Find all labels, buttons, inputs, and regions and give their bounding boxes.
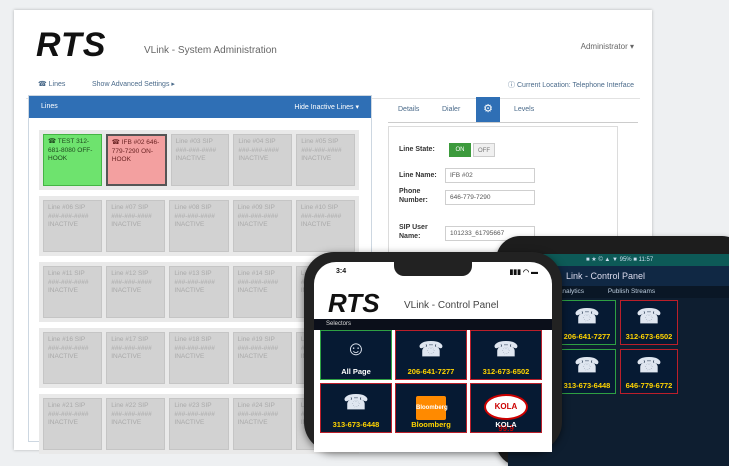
- user-menu[interactable]: Administrator ▾: [581, 42, 634, 51]
- line-tile[interactable]: Line #07 SIP ###-###-#### INACTIVE: [106, 200, 166, 252]
- line-tile[interactable]: Line #19 SIP ###-###-#### INACTIVE: [232, 332, 292, 384]
- tile-label: 312-673-6502: [482, 367, 530, 376]
- current-location-link[interactable]: ⓘ Current Location: Telephone Interface: [508, 80, 634, 90]
- phone-icon: ☎: [636, 306, 662, 328]
- android-sip-tile[interactable]: ☎ 646-779-6772: [620, 349, 678, 394]
- detail-tabs: Details Dialer ⚙ Levels: [388, 97, 638, 123]
- tile-label: Bloomberg: [411, 420, 451, 429]
- tab-dialer[interactable]: Dialer: [442, 106, 460, 113]
- rts-logo: RTS: [36, 26, 107, 64]
- kola-logo: KOLA 99.9: [484, 394, 528, 433]
- line-tile[interactable]: ☎ TEST 312-681-8080 OFF-HOOK: [43, 134, 102, 186]
- android-tile-grid: ☎ 206-641-7277 ☎ 312-673-6502 ☎ 313-673-6448 ☎…: [558, 300, 678, 394]
- phone-icon: ☎: [574, 306, 600, 328]
- hide-inactive-lines-button[interactable]: Hide Inactive Lines ▾: [294, 103, 359, 111]
- line-state-label: Line State:: [399, 146, 435, 153]
- lines-panel-title: Lines: [41, 103, 58, 110]
- android-sip-tile[interactable]: ☎ 206-641-7277: [558, 300, 616, 345]
- rts-logo-mobile: RTS: [328, 288, 380, 318]
- line-tile[interactable]: Line #14 SIP ###-###-#### INACTIVE: [232, 266, 292, 318]
- line-tile[interactable]: Line #09 SIP ###-###-#### INACTIVE: [232, 200, 292, 252]
- line-row: Line #06 SIP ###-###-#### INACTIVE Line #…: [39, 196, 359, 256]
- line-tile[interactable]: Line #22 SIP ###-###-#### INACTIVE: [106, 398, 166, 450]
- tile-label: 313-673-6448: [332, 420, 380, 429]
- line-tile[interactable]: Line #08 SIP ###-###-#### INACTIVE: [169, 200, 229, 252]
- line-name-label: Line Name:: [399, 172, 437, 179]
- app-title: VLink - System Administration: [144, 45, 277, 56]
- android-sip-tile[interactable]: ☎ 313-673-6448: [558, 349, 616, 394]
- sip-user-name-label: SIP User Name:: [399, 224, 428, 240]
- android-sip-tile[interactable]: ☎ 312-673-6502: [620, 300, 678, 345]
- tile-label: 313-673-6448: [563, 381, 611, 390]
- line-tile[interactable]: Line #21 SIP ###-###-#### INACTIVE: [43, 398, 103, 450]
- sip-selector-tile[interactable]: ☎ 313-673-6448: [320, 383, 392, 433]
- bloomberg-selector-tile[interactable]: Bloomberg Bloomberg: [395, 383, 467, 433]
- bloomberg-logo: Bloomberg: [416, 396, 448, 420]
- line-tile[interactable]: Line #04 SIP ###-###-#### INACTIVE: [233, 134, 293, 186]
- sip-selector-tile[interactable]: ☎ 206-641-7277: [395, 330, 467, 380]
- selectors-bar: Selectors: [314, 319, 552, 330]
- line-tile[interactable]: Line #16 SIP ###-###-#### INACTIVE: [43, 332, 103, 384]
- line-tile[interactable]: Line #12 SIP ###-###-#### INACTIVE: [106, 266, 166, 318]
- line-tile[interactable]: ☎ IFB #02 646-779-7290 ON-HOOK: [105, 134, 167, 186]
- tab-settings[interactable]: ⚙: [476, 97, 500, 122]
- line-tile[interactable]: Line #11 SIP ###-###-#### INACTIVE: [43, 266, 103, 318]
- line-tile[interactable]: Line #24 SIP ###-###-#### INACTIVE: [232, 398, 292, 450]
- group-icon: ☺: [345, 337, 367, 360]
- line-state-off-toggle[interactable]: OFF: [473, 143, 495, 157]
- line-tile[interactable]: Line #06 SIP ###-###-#### INACTIVE: [43, 200, 103, 252]
- show-advanced-settings-link[interactable]: Show Advanced Settings ▸: [92, 80, 175, 88]
- selector-tile-grid: ☺ All Page ☎ 206-641-7277 ☎ 312-673-6502 ☎ 313-…: [320, 330, 542, 433]
- line-tile[interactable]: Line #10 SIP ###-###-#### INACTIVE: [295, 200, 356, 252]
- tile-label: 206-641-7277: [563, 332, 611, 341]
- line-tile[interactable]: Line #05 SIP ###-###-#### INACTIVE: [296, 134, 355, 186]
- tile-label: All Page: [341, 367, 371, 376]
- phone-number-field[interactable]: 646-779-7290: [445, 190, 535, 205]
- phone-icon: ☎: [418, 338, 444, 361]
- signal-icon: ▮▮▮ ◠ ▬: [509, 269, 538, 276]
- tile-label: 646-779-6772: [625, 381, 673, 390]
- tab-details[interactable]: Details: [398, 106, 419, 113]
- tab-levels[interactable]: Levels: [514, 106, 534, 113]
- gear-icon: ⚙: [483, 103, 493, 115]
- line-state-on-toggle[interactable]: ON: [449, 143, 471, 157]
- line-tile[interactable]: Line #17 SIP ###-###-#### INACTIVE: [106, 332, 166, 384]
- group-selector-tile[interactable]: ☺ All Page: [320, 330, 392, 380]
- lines-panel-header: Lines Hide Inactive Lines ▾: [29, 96, 371, 118]
- phone-icon: ☎: [636, 355, 662, 377]
- tile-label: 206-641-7277: [407, 367, 455, 376]
- phone-number-label: Phone Number:: [399, 188, 428, 204]
- iphone: 3:4 ▮▮▮ ◠ ▬ RTS VLink - Control Panel Se…: [304, 252, 562, 452]
- tile-label: KOLA: [495, 420, 517, 429]
- tab-publish-streams[interactable]: Publish Streams: [608, 288, 655, 295]
- kola-selector-tile[interactable]: KOLA 99.9 KOLA: [470, 383, 542, 433]
- lines-link[interactable]: ☎ Lines: [38, 80, 65, 88]
- control-panel-title: VLink - Control Panel: [404, 300, 499, 311]
- iphone-screen: 3:4 ▮▮▮ ◠ ▬ RTS VLink - Control Panel Se…: [314, 262, 552, 452]
- phone-icon: ☎: [574, 355, 600, 377]
- iphone-status-bar: 3:4 ▮▮▮ ◠ ▬: [336, 268, 538, 276]
- line-tile[interactable]: Line #18 SIP ###-###-#### INACTIVE: [169, 332, 229, 384]
- line-tile[interactable]: Line #13 SIP ###-###-#### INACTIVE: [169, 266, 229, 318]
- control-panel-header: RTS VLink - Control Panel: [314, 286, 552, 318]
- line-row: ☎ TEST 312-681-8080 OFF-HOOK ☎ IFB #02 64…: [39, 130, 359, 190]
- status-time: 3:4: [336, 268, 347, 275]
- phone-icon: ☎: [343, 391, 369, 414]
- tile-label: 312-673-6502: [625, 332, 673, 341]
- line-name-field[interactable]: IFB #02: [445, 168, 535, 183]
- line-tile[interactable]: Line #23 SIP ###-###-#### INACTIVE: [169, 398, 229, 450]
- phone-icon: ☎: [493, 338, 519, 361]
- line-tile[interactable]: Line #03 SIP ###-###-#### INACTIVE: [170, 134, 230, 186]
- sip-selector-tile[interactable]: ☎ 312-673-6502: [470, 330, 542, 380]
